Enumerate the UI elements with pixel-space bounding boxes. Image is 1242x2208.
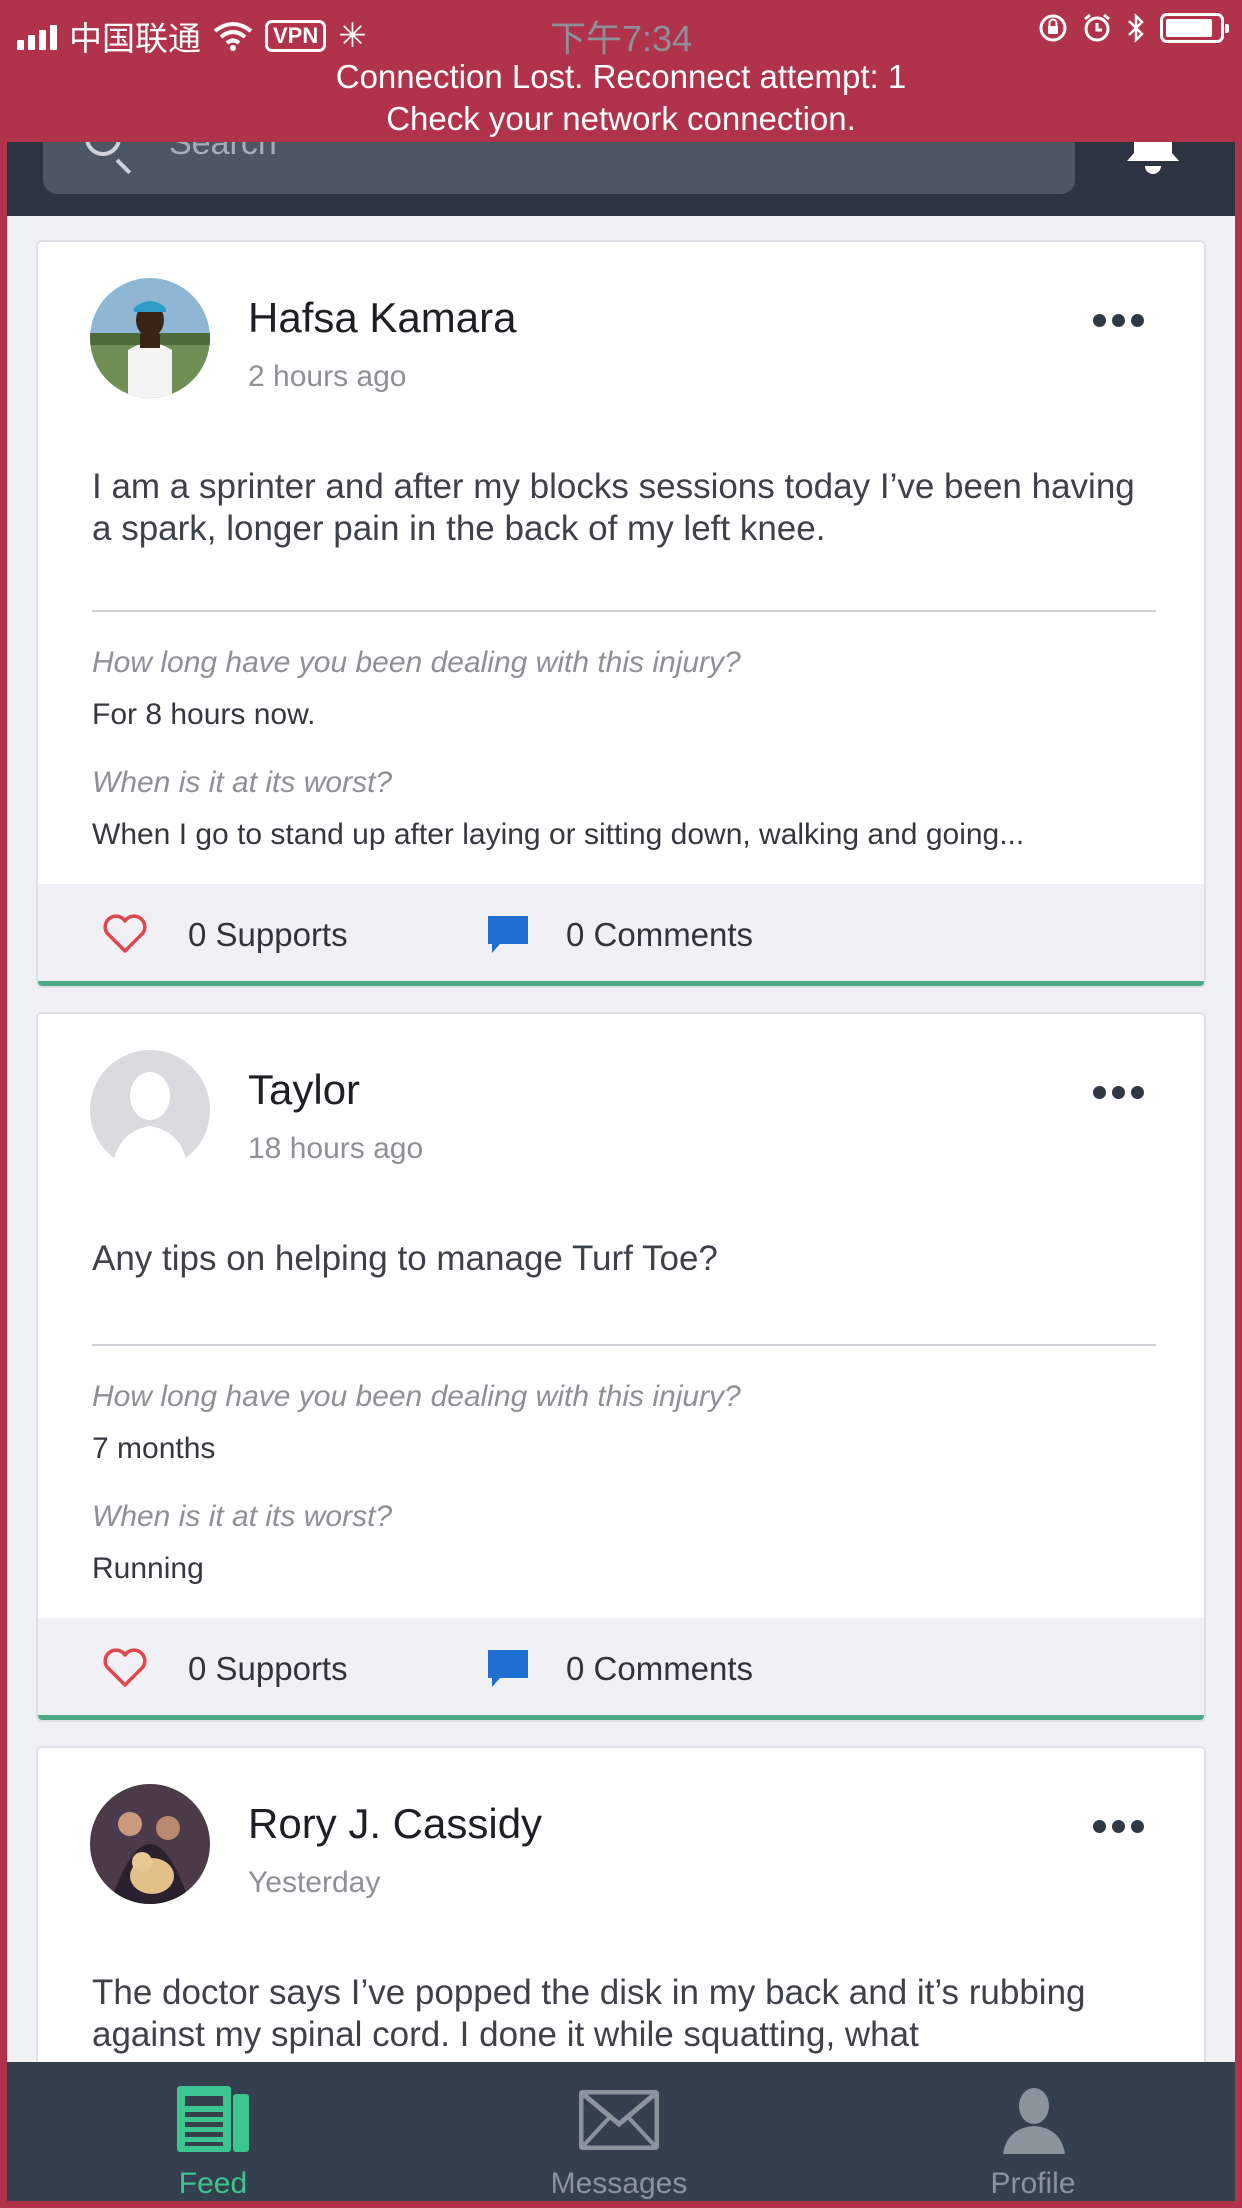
- question-worst: When is it at its worst?: [92, 766, 393, 799]
- heart-icon[interactable]: [102, 1648, 148, 1688]
- alarm-icon: [1084, 13, 1110, 42]
- tab-messages-label: Messages: [550, 2167, 688, 2200]
- question-duration: How long have you been dealing with this…: [92, 1380, 741, 1413]
- user-icon: [1003, 2088, 1065, 2154]
- tab-feed-label: Feed: [178, 2167, 248, 2200]
- post-time: 18 hours ago: [248, 1132, 424, 1165]
- comments-count[interactable]: 0 Comments: [566, 916, 753, 954]
- battery-icon: [1160, 13, 1229, 43]
- bottom-tab-bar: Feed Messages Profile: [7, 2062, 1235, 2201]
- avatar[interactable]: [90, 1050, 210, 1170]
- avatar[interactable]: [90, 278, 210, 398]
- post-actions: 0 Supports 0 Comments: [38, 884, 1204, 984]
- banner-line-1: Connection Lost. Reconnect attempt: 1: [335, 58, 907, 95]
- bluetooth-icon: [1128, 12, 1144, 44]
- question-worst: When is it at its worst?: [92, 1500, 393, 1533]
- tab-profile-label: Profile: [990, 2167, 1076, 2200]
- connection-lost-banner: Connection Lost. Reconnect attempt: 1 Ch…: [0, 56, 1242, 140]
- post-body: I am a sprinter and after my blocks sess…: [92, 467, 1135, 548]
- question-duration: How long have you been dealing with this…: [92, 646, 741, 679]
- heart-icon[interactable]: [102, 914, 148, 954]
- feed-list: Hafsa Kamara 2 hours ago I am a sprinter…: [36, 240, 1206, 2174]
- tab-messages[interactable]: Messages: [469, 2062, 769, 2201]
- comments-count[interactable]: 0 Comments: [566, 1650, 753, 1688]
- post-author[interactable]: Hafsa Kamara: [248, 294, 516, 342]
- supports-count[interactable]: 0 Supports: [188, 916, 348, 954]
- answer-duration: 7 months: [92, 1432, 216, 1465]
- card-accent-bar: [38, 981, 1204, 986]
- post-card[interactable]: Hafsa Kamara 2 hours ago I am a sprinter…: [36, 240, 1206, 988]
- post-author[interactable]: Rory J. Cassidy: [248, 1800, 542, 1848]
- card-accent-bar: [38, 1715, 1204, 1720]
- post-body: Any tips on helping to manage Turf Toe?: [92, 1239, 718, 1278]
- comment-icon[interactable]: [486, 914, 530, 956]
- post-time: 2 hours ago: [248, 360, 407, 393]
- comment-icon[interactable]: [486, 1648, 530, 1690]
- more-options-icon[interactable]: [1093, 1086, 1144, 1099]
- post-author[interactable]: Taylor: [248, 1066, 360, 1114]
- feed-icon: [177, 2086, 249, 2152]
- tab-feed[interactable]: Feed: [63, 2062, 363, 2201]
- answer-worst: Running: [92, 1552, 204, 1585]
- orientation-lock-icon: [1039, 14, 1067, 42]
- banner-line-2: Check your network connection.: [386, 100, 856, 137]
- post-actions: 0 Supports 0 Comments: [38, 1618, 1204, 1718]
- more-options-icon[interactable]: [1093, 1820, 1144, 1833]
- post-body: The doctor says I’ve popped the disk in …: [92, 1973, 1086, 2054]
- divider: [92, 1344, 1156, 1346]
- divider: [92, 610, 1156, 612]
- post-time: Yesterday: [248, 1866, 381, 1899]
- answer-duration: For 8 hours now.: [92, 698, 316, 731]
- supports-count[interactable]: 0 Supports: [188, 1650, 348, 1688]
- post-card[interactable]: Taylor 18 hours ago Any tips on helping …: [36, 1012, 1206, 1722]
- envelope-icon: [579, 2090, 659, 2150]
- avatar[interactable]: [90, 1784, 210, 1904]
- status-bar: 中国联通 VPN ✳ 下午7:34: [0, 0, 1242, 62]
- more-options-icon[interactable]: [1093, 314, 1144, 327]
- status-and-banner: 中国联通 VPN ✳ 下午7:34 Connection Lost. Recon…: [0, 0, 1242, 142]
- tab-profile[interactable]: Profile: [883, 2062, 1183, 2201]
- answer-worst: When I go to stand up after laying or si…: [92, 818, 1025, 851]
